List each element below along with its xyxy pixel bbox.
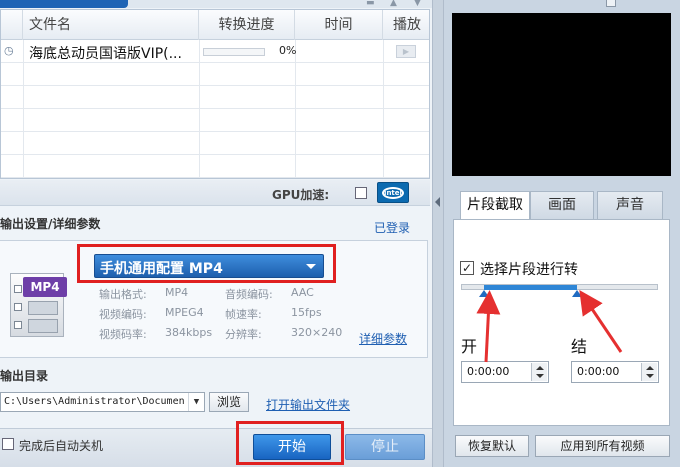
- output-settings-title: 输出设置/详细参数: [0, 217, 101, 231]
- table-header: 文件名 转换进度 时间 播放: [1, 10, 429, 40]
- apply-all-button[interactable]: 应用到所有视频: [535, 435, 670, 457]
- clip-range-selection: [484, 285, 577, 290]
- tab-audio[interactable]: 声音: [597, 191, 663, 219]
- file-name: 海底总动员国语版VIP(...: [29, 46, 182, 62]
- open-output-folder-link[interactable]: 打开输出文件夹: [266, 396, 350, 413]
- start-time-label: 开: [461, 337, 478, 356]
- auto-shutdown-checkbox[interactable]: [2, 438, 14, 450]
- header-time[interactable]: 时间: [295, 10, 383, 40]
- output-path-value: C:\Users\Administrator\Documen: [4, 396, 185, 407]
- range-start-handle[interactable]: [479, 290, 489, 297]
- gpu-checkbox[interactable]: [355, 187, 367, 199]
- main-panel: ▬ ▲ ▼ 文件名 转换进度 时间 播放 ◷ 海底总动员国语版VIP(... 0…: [0, 0, 432, 467]
- play-button[interactable]: ▶: [396, 45, 416, 58]
- auto-shutdown-label: 完成后自动关机: [19, 439, 104, 453]
- add-file-button[interactable]: [0, 0, 128, 8]
- gpu-label: GPU加速:: [272, 188, 330, 202]
- file-list-table: 文件名 转换进度 时间 播放 ◷ 海底总动员国语版VIP(... 0% ▶: [0, 9, 430, 179]
- tab-clip[interactable]: 片段截取: [460, 191, 530, 220]
- table-row: [1, 86, 429, 109]
- table-row: [1, 132, 429, 155]
- highlight-box: [236, 421, 344, 465]
- highlight-box: [77, 244, 336, 283]
- start-time-input[interactable]: 0:00:00: [461, 361, 549, 383]
- browse-button[interactable]: 浏览: [209, 392, 249, 412]
- reset-default-button[interactable]: 恢复默认: [455, 435, 529, 457]
- time-spinner[interactable]: [531, 363, 547, 381]
- video-preview[interactable]: [452, 13, 671, 176]
- output-path-combo[interactable]: C:\Users\Administrator\Documen ▼: [0, 392, 205, 412]
- param-resolution: 分辨率: 320×240: [225, 326, 343, 341]
- delete-icon[interactable]: ▬: [366, 0, 375, 8]
- header-play[interactable]: 播放: [383, 10, 429, 40]
- header-progress[interactable]: 转换进度: [199, 10, 295, 40]
- panel-splitter[interactable]: [432, 0, 444, 467]
- watermark-logo: Bai 经验: [524, 397, 630, 427]
- param-audio-codec: 音频编码: AAC: [225, 286, 314, 301]
- top-toolbar: ▬ ▲ ▼: [0, 0, 432, 8]
- table-row: [1, 109, 429, 132]
- range-end-handle[interactable]: [572, 290, 582, 297]
- header-filename[interactable]: 文件名: [23, 10, 199, 40]
- progress-text: 0%: [279, 44, 297, 57]
- param-video-bitrate: 视频码率: 384kbps: [99, 326, 213, 341]
- time-spinner[interactable]: [641, 363, 657, 381]
- chevron-down-icon[interactable]: ▼: [188, 393, 204, 411]
- clip-checkbox[interactable]: ✓: [460, 261, 474, 275]
- detail-params-link[interactable]: 详细参数: [359, 330, 407, 347]
- table-row[interactable]: ◷ 海底总动员国语版VIP(... 0% ▶: [1, 40, 429, 63]
- output-dir-title: 输出目录: [0, 369, 49, 383]
- clock-icon: ◷: [4, 44, 14, 57]
- table-row: [1, 63, 429, 86]
- gpu-bar: GPU加速: intel: [0, 180, 430, 206]
- registered-link[interactable]: 已登录: [374, 219, 410, 236]
- move-down-icon[interactable]: ▼: [414, 0, 421, 8]
- end-time-label: 结: [571, 337, 588, 356]
- param-video-codec: 视频编码: MPEG4: [99, 306, 204, 321]
- progress-bar: [203, 48, 265, 56]
- mp4-file-icon: MP4: [6, 265, 68, 339]
- format-badge: MP4: [23, 277, 67, 297]
- collapse-arrow-icon[interactable]: [435, 197, 440, 207]
- checkbox-icon[interactable]: [606, 0, 616, 7]
- move-up-icon[interactable]: ▲: [390, 0, 397, 8]
- clip-checkbox-label: 选择片段进行转: [480, 262, 578, 278]
- stop-button[interactable]: 停止: [345, 434, 425, 460]
- intel-logo-icon: intel: [377, 182, 409, 203]
- end-time-input[interactable]: 0:00:00: [571, 361, 659, 383]
- tab-picture[interactable]: 画面: [530, 191, 594, 219]
- param-frame-rate: 帧速率: 15fps: [225, 306, 322, 321]
- header-status-col: [1, 10, 23, 40]
- param-output-format: 输出格式: MP4: [99, 286, 189, 301]
- table-row: [1, 155, 429, 178]
